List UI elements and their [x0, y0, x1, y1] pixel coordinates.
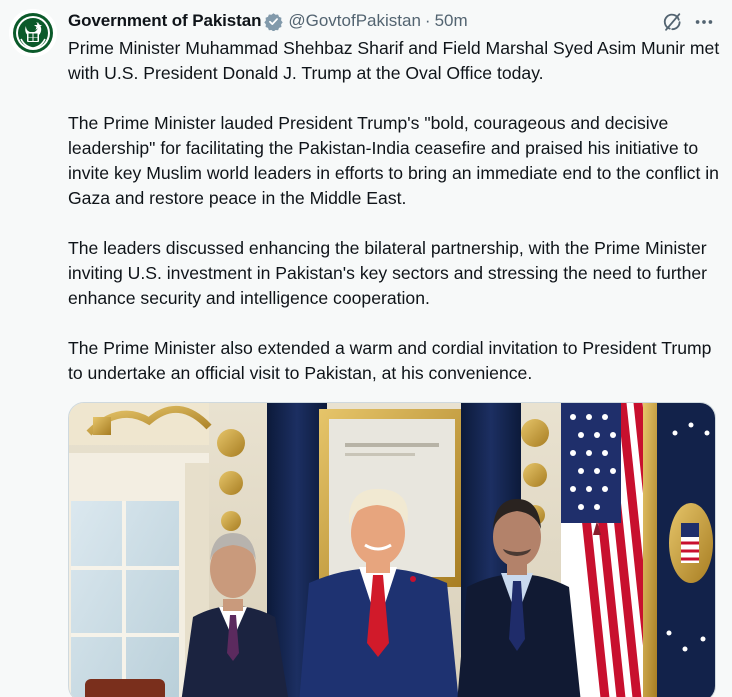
header-separator: · — [424, 11, 431, 30]
pakistan-emblem-icon — [9, 9, 57, 57]
tweet-text: Prime Minister Muhammad Shehbaz Sharif a… — [68, 36, 720, 386]
author-avatar[interactable] — [9, 9, 57, 57]
tweet-header: Government of Pakistan @GovtofPakistan ·… — [68, 10, 468, 32]
grok-icon — [663, 13, 681, 31]
more-icon — [695, 20, 713, 24]
tweet-paragraph: The Prime Minister also extended a warm … — [68, 338, 712, 383]
tweet-paragraph: The leaders discussed enhancing the bila… — [68, 238, 708, 308]
oval-office-meeting-photo — [69, 403, 715, 697]
verified-badge-icon — [264, 12, 284, 31]
author-display-name[interactable]: Government of Pakistan — [68, 11, 261, 31]
grok-button[interactable] — [661, 11, 683, 33]
tweet-card[interactable]: Government of Pakistan @GovtofPakistan ·… — [0, 0, 732, 697]
tweet-photo[interactable] — [68, 402, 716, 697]
more-options-button[interactable] — [693, 11, 715, 33]
tweet-timestamp[interactable]: 50m — [435, 11, 468, 31]
author-handle[interactable]: @GovtofPakistan — [288, 11, 421, 31]
tweet-paragraph: The Prime Minister lauded President Trum… — [68, 113, 719, 208]
tweet-paragraph: Prime Minister Muhammad Shehbaz Sharif a… — [68, 38, 720, 83]
